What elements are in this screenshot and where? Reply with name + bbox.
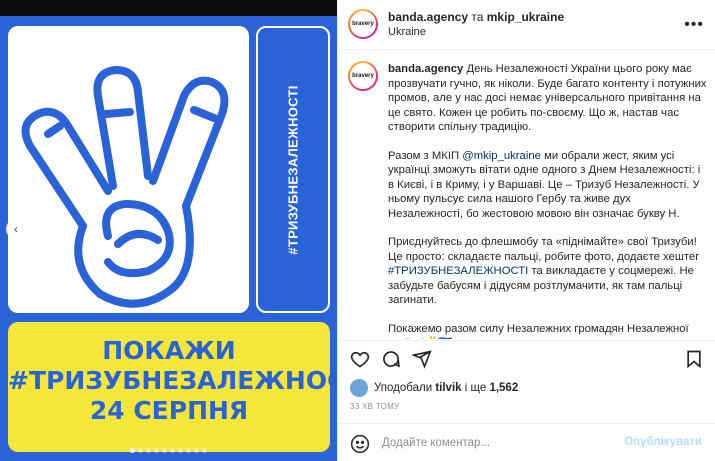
carousel-dot: [170, 448, 175, 453]
action-bar: [338, 340, 715, 376]
comment-input[interactable]: [382, 433, 612, 453]
author-names: banda.agency та mkip_ukraine: [388, 10, 564, 24]
banner-line-1: ПОКАЖИ: [102, 336, 236, 365]
previous-slide-button[interactable]: ‹: [6, 219, 26, 239]
caption-avatar-text: bravery: [350, 63, 376, 89]
banner-card: ПОКАЖИ #ТРИЗУБНЕЗАЛЕЖНОСТІ 24 СЕРПНЯ: [8, 322, 337, 452]
conjunction-text: та: [471, 10, 484, 24]
author-avatar[interactable]: bravery: [348, 9, 378, 39]
likes-prefix: Уподобали: [374, 382, 433, 394]
location-link[interactable]: Ukraine: [388, 26, 426, 38]
caption-avatar[interactable]: bravery: [348, 61, 378, 91]
poster-image: #ТРИЗУБНЕЗАЛЕЖНОСТІ ПОКАЖИ #ТРИЗУБНЕЗАЛЕ…: [0, 16, 337, 461]
post-header: bravery banda.agency та mkip_ukraine Ukr…: [338, 0, 715, 50]
hashtag-side-card: #ТРИЗУБНЕЗАЛЕЖНОСТІ: [256, 26, 330, 313]
carousel-dot: [154, 448, 159, 453]
carousel-dot: [138, 448, 143, 453]
caption-paragraph-2a: Разом з МКІП: [388, 149, 460, 162]
carousel-dots: [0, 448, 337, 453]
likes-middle: і ще: [464, 382, 487, 394]
carousel-dot: [146, 448, 151, 453]
banner-line-3: 24 СЕРПНЯ: [89, 396, 249, 425]
post-panel: bravery banda.agency та mkip_ukraine Ukr…: [337, 0, 715, 461]
hand-gesture-card: [8, 26, 249, 313]
likes-summary: Уподобали tilvik і ще 1,562: [350, 378, 518, 398]
side-hashtag-text: #ТРИЗУБНЕЗАЛЕЖНОСТІ: [285, 84, 301, 255]
carousel-dot: [178, 448, 183, 453]
carousel-dot: [194, 448, 199, 453]
liker-username[interactable]: tilvik: [435, 382, 461, 394]
caption-username[interactable]: banda.agency: [388, 63, 463, 75]
liker-avatar[interactable]: [350, 379, 368, 397]
carousel-dot: [130, 448, 135, 453]
bookmark-icon[interactable]: [684, 349, 704, 369]
hashtag-link[interactable]: #ТРИЗУБНЕЗАЛЕЖНОСТІ: [388, 265, 528, 277]
publish-button[interactable]: Опублікувати: [624, 436, 702, 448]
post-media[interactable]: #ТРИЗУБНЕЗАЛЕЖНОСТІ ПОКАЖИ #ТРИЗУБНЕЗАЛЕ…: [0, 0, 337, 461]
caption-text: banda.agency День Незалежності України ц…: [388, 62, 708, 339]
more-options-icon[interactable]: •••: [684, 16, 704, 34]
carousel-dot: [202, 448, 207, 453]
author-username[interactable]: banda.agency: [388, 10, 468, 24]
likes-count[interactable]: 1,562: [489, 382, 518, 394]
heart-icon[interactable]: [350, 349, 370, 369]
caption-paragraph-4: Покажемо разом силу Незалежних громадян …: [388, 322, 689, 340]
comment-icon[interactable]: [381, 349, 401, 369]
comment-bar: Опублікувати: [338, 423, 715, 461]
carousel-dot: [162, 448, 167, 453]
caption-area: bravery banda.agency День Незалежності У…: [338, 51, 715, 339]
emoji-icon[interactable]: [350, 434, 370, 454]
caption-paragraph-3a: Приєднуйтесь до флешмобу та «піднімайте»…: [388, 236, 700, 263]
carousel-dot: [186, 448, 191, 453]
banner-line-2: #ТРИЗУБНЕЗАЛЕЖНОСТІ: [8, 366, 337, 395]
post-timestamp[interactable]: 33 ХВ ТОМУ: [350, 402, 400, 411]
coauthor-username[interactable]: mkip_ukraine: [487, 10, 564, 24]
avatar-logo-text: bravery: [350, 11, 376, 37]
share-icon[interactable]: [412, 349, 432, 369]
trident-hand-illustration: [21, 66, 229, 308]
mention-link[interactable]: @mkip_ukraine: [462, 150, 541, 162]
